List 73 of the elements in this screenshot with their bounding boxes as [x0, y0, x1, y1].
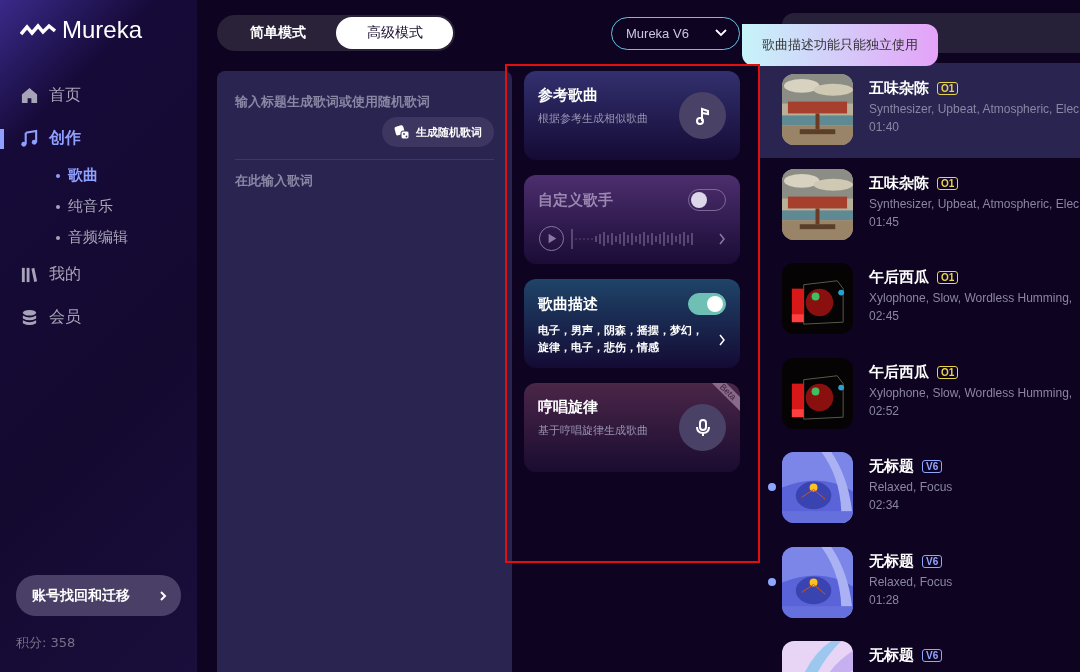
description-tags: 电子，男声，阴森，摇摆，梦幻，旋律，电子，悲伤，情感 [538, 323, 708, 356]
nav-subitem[interactable]: 纯音乐 [20, 191, 181, 222]
mode-tab[interactable]: 简单模式 [219, 17, 336, 49]
model-badge: V6 [922, 649, 943, 662]
nav-subitem[interactable]: 歌曲 [20, 160, 181, 191]
song-title: 无标题 [869, 646, 914, 665]
song-duration: 01:40 [869, 120, 901, 134]
song-row[interactable]: 午后西瓜 O1 Xylophone, Slow, Wordless Humming, 02:52 [760, 346, 1080, 441]
nav-item[interactable]: 创作 [20, 117, 181, 160]
song-title: 五味杂陈 [869, 79, 929, 98]
song-tags: Xylophone, Slow, Wordless Humming, [869, 291, 1073, 305]
chevron-right-icon [159, 590, 167, 601]
model-dropdown[interactable]: Mureka V6 [611, 16, 740, 50]
logo-text: Mureka [62, 16, 143, 44]
tooltip: 歌曲描述功能只能独立使用 [742, 24, 938, 66]
song-title: 午后西瓜 [869, 362, 929, 382]
dice-icon [394, 124, 410, 140]
song-title: 五味杂陈 [869, 173, 929, 193]
points-text: 积分: 358 [16, 634, 77, 652]
song-row[interactable]: 午后西瓜 O1 Xylophone, Slow, Wordless Humming, 02:45 [760, 252, 1080, 347]
song-row[interactable]: 五味杂陈 O1 Synthesizer, Upbeat, Atmospheric, Elec 01:40 [760, 63, 1080, 158]
library-icon [20, 265, 39, 284]
nav-subitem[interactable]: 音频编辑 [20, 222, 181, 253]
music-note-icon [20, 129, 39, 148]
song-row[interactable]: 无标题 V6 [760, 630, 1080, 672]
song-title: 午后西瓜 [869, 268, 929, 287]
card-subtitle: 基于哼唱旋律生成歌曲 [538, 423, 648, 438]
song-duration: 02:45 [869, 309, 901, 323]
song-title: 无标题 [869, 551, 914, 571]
song-row[interactable]: 无标题 V6 Relaxed, Focus 02:34 [760, 441, 1080, 536]
song-duration: 02:52 [869, 403, 901, 418]
lyrics-input[interactable]: 在此输入歌词 [235, 172, 494, 190]
song-row[interactable]: 无标题 V6 Relaxed, Focus 01:28 [760, 535, 1080, 630]
play-icon[interactable] [538, 225, 565, 252]
coins-icon [20, 308, 39, 327]
music-note-button[interactable] [679, 92, 726, 139]
song-title: 无标题 [869, 457, 914, 476]
card-title: 参考歌曲 [538, 86, 598, 104]
song-row[interactable]: 五味杂陈 O1 Synthesizer, Upbeat, Atmospheric, Elec 01:45 [760, 157, 1080, 252]
reference-song-card[interactable]: 参考歌曲 根据参考生成相似歌曲 [524, 71, 740, 160]
model-badge: O1 [937, 176, 959, 190]
song-duration: 01:28 [869, 592, 901, 607]
card-subtitle: 根据参考生成相似歌曲 [538, 111, 648, 126]
mode-tab[interactable]: 高级模式 [336, 17, 453, 49]
model-badge: O1 [937, 82, 959, 95]
song-tags: Synthesizer, Upbeat, Atmospheric, Elec [869, 102, 1080, 116]
nav-item[interactable]: 会员 [20, 296, 181, 339]
model-badge: O1 [937, 365, 959, 379]
song-duration: 01:45 [869, 214, 901, 229]
song-tags: Relaxed, Focus [869, 574, 953, 589]
model-badge: V6 [922, 554, 943, 568]
model-badge: O1 [937, 271, 959, 284]
microphone-button[interactable] [679, 404, 726, 451]
card-title: 歌曲描述 [538, 294, 598, 314]
model-badge: V6 [922, 460, 943, 473]
song-duration: 02:34 [869, 498, 901, 512]
toggle-switch[interactable] [688, 293, 726, 315]
title-input[interactable]: 输入标题生成歌词或使用随机歌词 [235, 93, 494, 111]
logo-icon [20, 22, 56, 38]
nav-item[interactable]: 首页 [20, 74, 181, 117]
custom-singer-card[interactable]: 自定义歌手 [524, 175, 740, 264]
random-lyrics-button[interactable]: 生成随机歌词 [382, 117, 494, 147]
song-description-card[interactable]: 歌曲描述 电子，男声，阴森，摇摆，梦幻，旋律，电子，悲伤，情感 [524, 279, 740, 368]
nav-item[interactable]: 我的 [20, 253, 181, 296]
song-tags: Synthesizer, Upbeat, Atmospheric, Elec [869, 196, 1080, 211]
chevron-down-icon [715, 29, 727, 37]
account-recovery-button[interactable]: 账号找回和迁移 [16, 575, 181, 616]
selection-indicator [0, 129, 4, 149]
song-tags: Xylophone, Slow, Wordless Humming, [869, 385, 1073, 400]
home-icon [20, 86, 39, 105]
card-title: 自定义歌手 [538, 190, 613, 210]
card-title: 哼唱旋律 [538, 398, 598, 416]
song-tags: Relaxed, Focus [869, 480, 953, 494]
